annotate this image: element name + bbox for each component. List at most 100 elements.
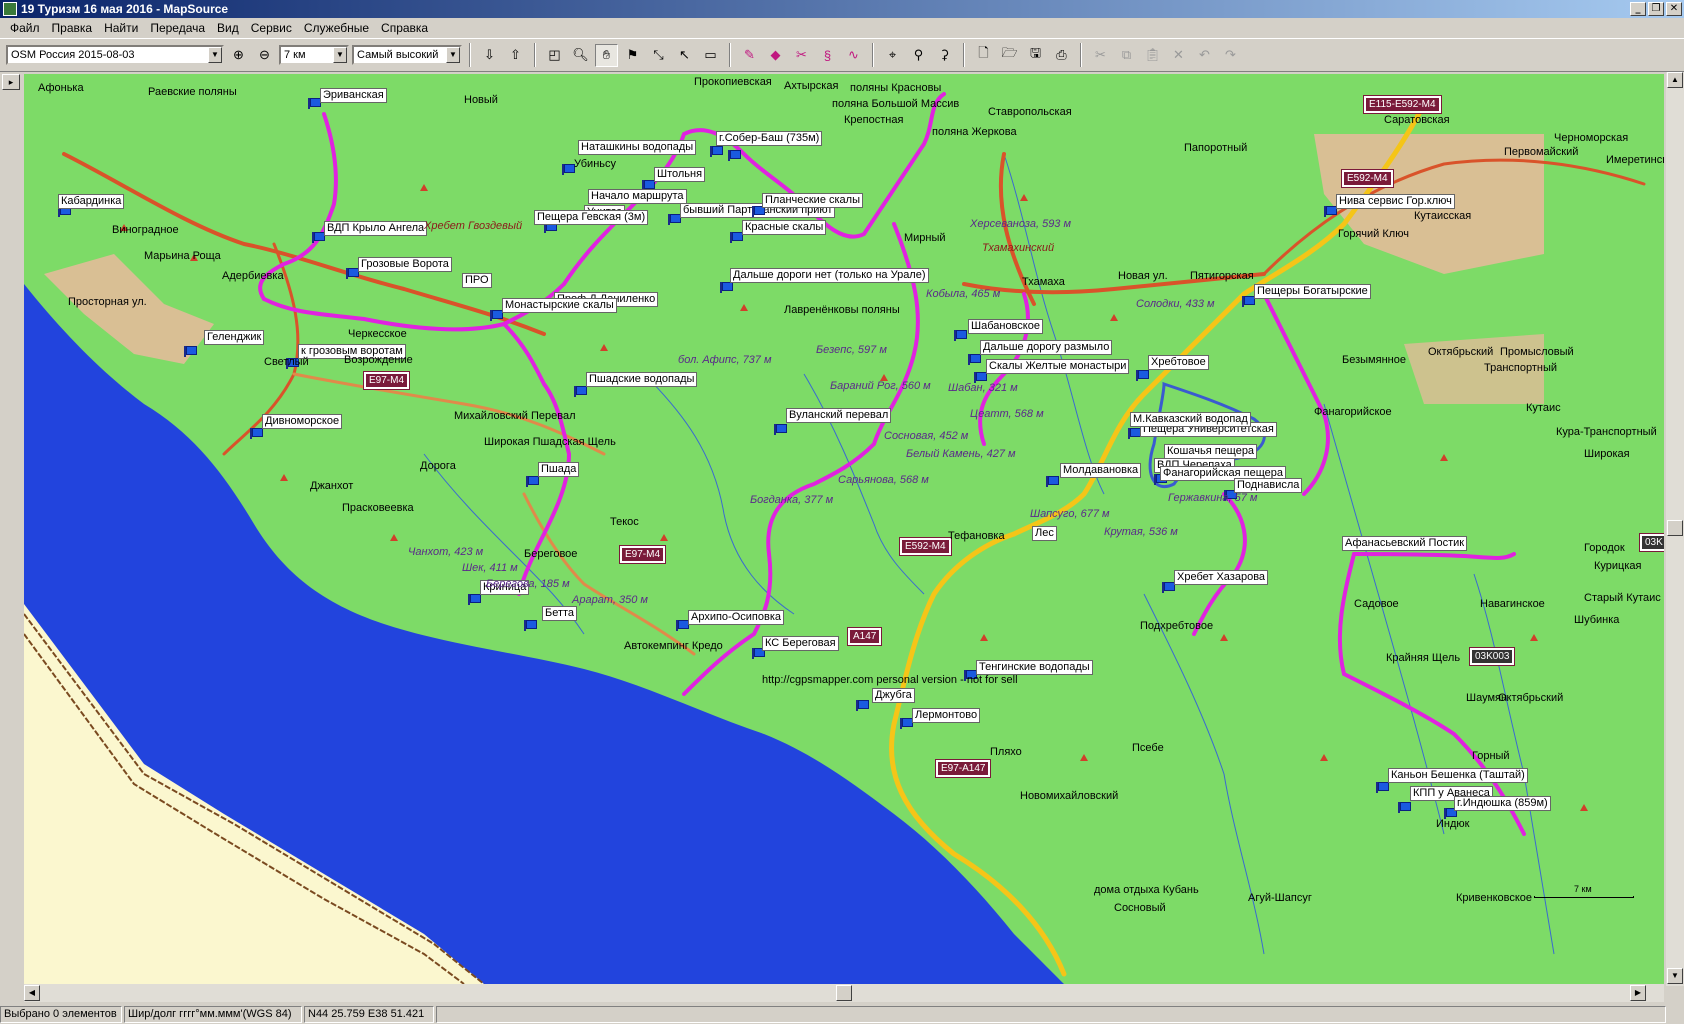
copy-icon[interactable]: ⧉ xyxy=(1115,44,1138,67)
waypoint-flag-icon[interactable] xyxy=(968,354,981,365)
scroll-left-button[interactable]: ◀ xyxy=(24,985,40,1001)
waypoint-flag-icon[interactable] xyxy=(668,214,681,225)
waypoint-flag-icon[interactable] xyxy=(710,146,723,157)
expand-panel-button[interactable]: ▸ xyxy=(2,74,20,90)
waypoint-flag-icon[interactable] xyxy=(1376,782,1389,793)
waypoint-flag-icon[interactable] xyxy=(1128,428,1141,439)
waypoint-label[interactable]: КС Береговая xyxy=(762,636,839,651)
waypoint-label[interactable]: Хребтовое xyxy=(1148,355,1209,370)
scroll-up-button[interactable]: ▲ xyxy=(1667,72,1683,88)
receive-from-device-icon[interactable]: ⇩ xyxy=(478,44,501,67)
map-product-select[interactable]: OSM Россия 2015-08-03 ▼ xyxy=(6,45,224,65)
waypoint-label[interactable]: Тенгинские водопады xyxy=(976,660,1093,675)
waypoint-flag-icon[interactable] xyxy=(856,700,869,711)
waypoint-flag-icon[interactable] xyxy=(1242,296,1255,307)
waypoint-flag-icon[interactable] xyxy=(676,620,689,631)
waypoint-flag-icon[interactable] xyxy=(184,346,197,357)
waypoint-label[interactable]: Эриванская xyxy=(320,88,387,103)
draw-tool-icon[interactable]: ✎ xyxy=(738,44,761,67)
zoom-level-select[interactable]: 7 км ▼ xyxy=(279,45,349,65)
horizontal-scrollbar[interactable]: ◀ ▶ xyxy=(24,984,1664,1002)
menu-utilities[interactable]: Служебные xyxy=(298,21,375,35)
waypoint-label[interactable]: Пшадские водопады xyxy=(586,372,698,387)
waypoint-label[interactable]: Архипо-Осиповка xyxy=(688,610,785,625)
map-view[interactable]: E115-E592-M4 E592-M4 E97-M4 E592-M4 A147… xyxy=(24,74,1664,984)
hand-tool-icon[interactable]: ✋︎ xyxy=(595,43,618,67)
waypoint-label[interactable]: г.Индюшка (859м) xyxy=(1454,796,1551,811)
waypoint-flag-icon[interactable] xyxy=(526,476,539,487)
detail-level-select[interactable]: Самый высокий ▼ xyxy=(352,45,462,65)
waypoint-label[interactable]: Шабановское xyxy=(968,319,1043,334)
zoom-in-icon[interactable]: ⊕ xyxy=(227,44,250,67)
map-tool-icon[interactable]: ◰ xyxy=(543,44,566,67)
waypoint-label[interactable]: М.Кавказский водопад xyxy=(1130,412,1251,427)
waypoint-label[interactable]: Хребет Хазарова xyxy=(1174,570,1269,585)
waypoint-label[interactable]: Дальше дорогу размыло xyxy=(980,340,1113,355)
waypoint-label[interactable]: ПРО xyxy=(462,273,492,288)
waypoint-label[interactable]: Кабардинка xyxy=(58,194,125,209)
waypoint-tool-icon[interactable]: ⚑ xyxy=(621,44,644,67)
find-address-icon[interactable]: ⚳ xyxy=(933,44,956,67)
waypoint-label[interactable]: Штольня xyxy=(654,167,706,182)
paste-icon[interactable]: 📋︎ xyxy=(1141,44,1164,67)
selection-tool-icon[interactable]: ↖ xyxy=(673,44,696,67)
waypoint-label[interactable]: Кошачья пещера xyxy=(1164,444,1258,459)
waypoint-label[interactable]: Пшада xyxy=(538,462,580,477)
close-button[interactable]: ✕ xyxy=(1666,2,1682,16)
menu-edit[interactable]: Правка xyxy=(46,21,99,35)
waypoint-flag-icon[interactable] xyxy=(1162,582,1175,593)
waypoint-label[interactable]: Наташкины водопады xyxy=(578,140,697,155)
find-nearby-icon[interactable]: ⚲ xyxy=(907,44,930,67)
waypoint-flag-icon[interactable] xyxy=(1046,476,1059,487)
waypoint-flag-icon[interactable] xyxy=(346,268,359,279)
menu-help[interactable]: Справка xyxy=(375,21,434,35)
waypoint-flag-icon[interactable] xyxy=(574,386,587,397)
menu-service[interactable]: Сервис xyxy=(245,21,298,35)
waypoint-label[interactable]: Пещера Гевская (3м) xyxy=(534,210,649,225)
scroll-down-button[interactable]: ▼ xyxy=(1667,968,1683,984)
waypoint-label[interactable]: Геленджик xyxy=(204,330,265,345)
waypoint-flag-icon[interactable] xyxy=(900,718,913,729)
restore-button[interactable]: ❐ xyxy=(1648,2,1664,16)
waypoint-label[interactable]: Лермонтово xyxy=(912,708,981,723)
zoom-tool-icon[interactable]: 🔍︎ xyxy=(569,44,592,67)
delete-icon[interactable]: ✕ xyxy=(1167,44,1190,67)
waypoint-flag-icon[interactable] xyxy=(730,232,743,243)
waypoint-label[interactable]: ВДП Крыло Ангела xyxy=(324,221,428,236)
menu-transfer[interactable]: Передача xyxy=(144,21,211,35)
waypoint-label[interactable]: Афанасьевский Постик xyxy=(1342,536,1468,551)
waypoint-label[interactable]: Красные скалы xyxy=(742,220,827,235)
minimize-button[interactable]: _ xyxy=(1630,2,1646,16)
waypoint-label[interactable]: Джубга xyxy=(872,688,915,703)
new-file-icon[interactable]: 🗋 xyxy=(972,44,995,67)
waypoint-flag-icon[interactable] xyxy=(250,428,263,439)
cut-icon[interactable]: ✂ xyxy=(1089,44,1112,67)
waypoint-label[interactable]: Каньон Бешенка (Таштай) xyxy=(1388,768,1528,783)
scroll-thumb[interactable] xyxy=(1667,520,1683,536)
waypoint-label[interactable]: Поднависла xyxy=(1234,478,1303,493)
waypoint-label[interactable]: Скалы Желтые монастыри xyxy=(986,359,1130,374)
divide-track-icon[interactable]: ✂ xyxy=(790,44,813,67)
scroll-thumb[interactable] xyxy=(836,985,852,1001)
waypoint-label[interactable]: Дивноморское xyxy=(262,414,343,429)
find-icon[interactable]: ⌖ xyxy=(881,44,904,67)
print-icon[interactable]: ⎙ xyxy=(1050,44,1073,67)
waypoint-flag-icon[interactable] xyxy=(312,232,325,243)
waypoint-flag-icon[interactable] xyxy=(1398,802,1411,813)
waypoint-label[interactable]: Монастырские скалы xyxy=(502,298,617,313)
waypoint-label[interactable]: Грозовые Ворота xyxy=(358,257,452,272)
menu-find[interactable]: Найти xyxy=(98,21,144,35)
waypoint-label[interactable]: Молдавановка xyxy=(1060,463,1142,478)
menu-view[interactable]: Вид xyxy=(211,21,245,35)
waypoint-flag-icon[interactable] xyxy=(1136,370,1149,381)
waypoint-flag-icon[interactable] xyxy=(524,620,537,631)
distance-tool-icon[interactable]: ▭ xyxy=(699,44,722,67)
waypoint-label[interactable]: Пещеры Богатырские xyxy=(1254,284,1371,299)
waypoint-flag-icon[interactable] xyxy=(774,424,787,435)
waypoint-label[interactable]: Бетта xyxy=(542,606,578,621)
zoom-out-icon[interactable]: ⊖ xyxy=(253,44,276,67)
save-icon[interactable]: 🖫 xyxy=(1024,44,1047,67)
undo-icon[interactable]: ↶ xyxy=(1193,44,1216,67)
waypoint-flag-icon[interactable] xyxy=(490,310,503,321)
route-tool-icon[interactable]: ⤡ xyxy=(647,44,670,67)
